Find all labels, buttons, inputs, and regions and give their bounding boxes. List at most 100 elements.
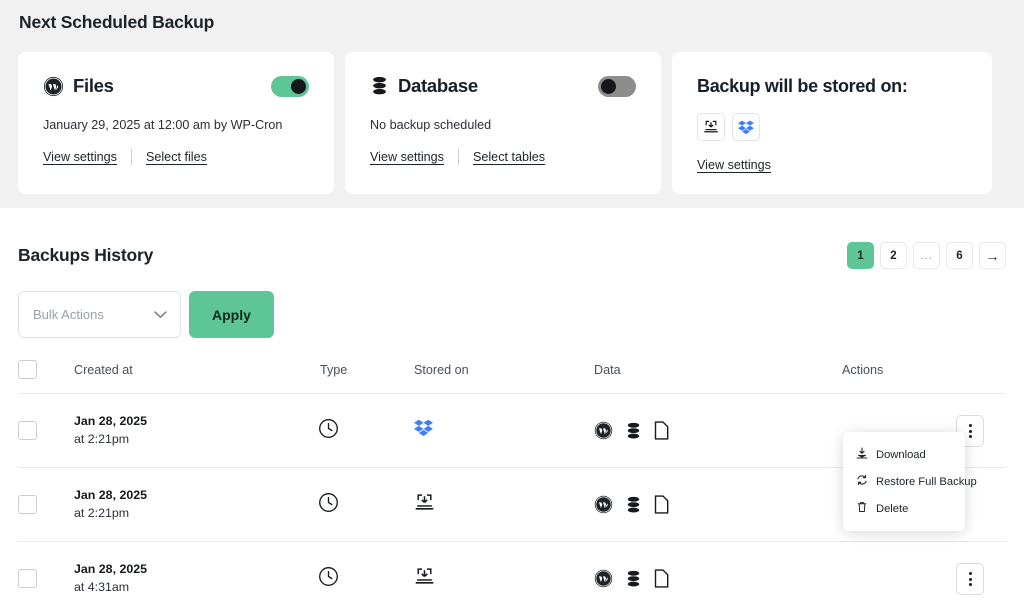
menu-item-label: Download — [876, 449, 926, 461]
storage-destination-icons — [697, 113, 967, 141]
database-icon — [625, 422, 642, 440]
wordpress-icon — [594, 495, 613, 514]
file-icon — [654, 495, 669, 514]
menu-item-label: Restore Full Backup — [876, 476, 977, 488]
row-date: Jan 28, 2025 — [74, 561, 318, 579]
database-schedule-text: No backup scheduled — [370, 118, 636, 132]
file-icon — [654, 421, 669, 440]
row-created-cell: Jan 28, 2025 at 2:21pm — [74, 468, 318, 542]
files-toggle[interactable] — [271, 76, 309, 97]
files-card-header: Files — [43, 71, 309, 101]
row-time: at 2:21pm — [74, 431, 318, 449]
wordpress-icon — [594, 421, 613, 440]
toggle-knob — [291, 79, 306, 94]
column-data: Data — [594, 360, 842, 394]
link-divider — [458, 149, 459, 165]
link-divider — [131, 149, 132, 165]
storage-view-settings-link[interactable]: View settings — [697, 158, 771, 172]
files-card: Files January 29, 2025 at 12:00 am by WP… — [18, 52, 334, 194]
row-data-icons — [594, 569, 842, 588]
select-tables-link[interactable]: Select tables — [473, 150, 545, 164]
row-date: Jan 28, 2025 — [74, 487, 318, 505]
select-files-link[interactable]: Select files — [146, 150, 207, 164]
storage-card-links: View settings — [697, 158, 967, 172]
row-data-icons — [594, 421, 842, 440]
column-stored-on: Stored on — [414, 360, 594, 394]
bulk-actions-controls: Bulk Actions Download Delete Apply — [18, 291, 1006, 338]
clock-icon — [318, 418, 339, 439]
database-icon — [625, 570, 642, 588]
pagination-page-6[interactable]: 6 — [946, 242, 973, 269]
select-all-header — [18, 360, 74, 394]
trash-icon — [856, 501, 868, 516]
row-select-cell — [18, 468, 74, 542]
clock-icon — [318, 566, 339, 587]
scheduled-cards: Files January 29, 2025 at 12:00 am by WP… — [18, 52, 1006, 194]
database-view-settings-link[interactable]: View settings — [370, 150, 444, 164]
row-created-cell: Jan 28, 2025 at 2:21pm — [74, 394, 318, 468]
pagination-page-1[interactable]: 1 — [847, 242, 874, 269]
toggle-knob — [601, 79, 616, 94]
database-icon — [625, 496, 642, 514]
files-card-title: Files — [73, 75, 114, 97]
row-created-cell: Jan 28, 2025 at 4:31am — [74, 542, 318, 600]
row-type-cell — [318, 468, 414, 542]
row-time: at 4:31am — [74, 579, 318, 597]
clock-icon — [318, 492, 339, 513]
row-actions-dropdown-menu: Download Restore Full Backup Delete — [843, 432, 965, 531]
row-stored-cell — [414, 542, 594, 600]
row-data-icons — [594, 495, 842, 514]
files-card-title-group: Files — [43, 75, 114, 97]
row-data-cell — [594, 542, 842, 600]
pagination-next-button[interactable]: → — [979, 242, 1006, 269]
row-data-cell — [594, 468, 842, 542]
wordpress-icon — [43, 76, 64, 97]
menu-item-label: Delete — [876, 503, 908, 515]
file-icon — [654, 569, 669, 588]
column-created-at: Created at — [74, 360, 318, 394]
download-icon — [856, 447, 868, 462]
row-stored-cell — [414, 468, 594, 542]
local-storage-icon[interactable] — [697, 113, 725, 141]
column-actions: Actions — [842, 360, 1006, 394]
row-checkbox[interactable] — [18, 495, 37, 514]
page-title: Next Scheduled Backup — [18, 0, 1006, 33]
select-all-checkbox[interactable] — [18, 360, 37, 379]
backups-history-title: Backups History — [18, 245, 153, 266]
menu-item-delete[interactable]: Delete — [843, 495, 965, 522]
backups-history-header: Backups History 1 2 ... 6 → — [18, 208, 1006, 269]
database-card-header: Database — [370, 71, 636, 101]
row-time: at 2:21pm — [74, 505, 318, 523]
kebab-icon — [969, 572, 972, 586]
pagination-page-2[interactable]: 2 — [880, 242, 907, 269]
apply-button[interactable]: Apply — [189, 291, 274, 338]
files-card-links: View settings Select files — [43, 149, 309, 165]
dropbox-icon — [414, 419, 433, 437]
row-checkbox[interactable] — [18, 421, 37, 440]
database-card-title-group: Database — [370, 75, 478, 97]
table-row: Jan 28, 2025 at 4:31am — [18, 542, 1006, 600]
pagination: 1 2 ... 6 → — [847, 242, 1006, 269]
row-actions-cell — [842, 542, 1006, 600]
bulk-actions-select-wrapper: Bulk Actions Download Delete — [18, 291, 181, 338]
row-select-cell — [18, 394, 74, 468]
storage-card-title: Backup will be stored on: — [697, 76, 908, 97]
menu-item-download[interactable]: Download — [843, 441, 965, 468]
row-select-cell — [18, 542, 74, 600]
database-card-links: View settings Select tables — [370, 149, 636, 165]
database-toggle[interactable] — [598, 76, 636, 97]
dropbox-icon[interactable] — [732, 113, 760, 141]
backups-table-head: Created at Type Stored on Data Actions — [18, 360, 1006, 394]
bulk-actions-select[interactable]: Bulk Actions Download Delete — [18, 291, 181, 338]
row-checkbox[interactable] — [18, 569, 37, 588]
row-stored-cell — [414, 394, 594, 468]
wordpress-icon — [594, 569, 613, 588]
menu-item-restore-full-backup[interactable]: Restore Full Backup — [843, 468, 965, 495]
files-view-settings-link[interactable]: View settings — [43, 150, 117, 164]
backups-history-section: Backups History 1 2 ... 6 → Bulk Actions… — [0, 208, 1024, 600]
row-actions-menu-button[interactable] — [956, 563, 984, 595]
table-header-row: Created at Type Stored on Data Actions — [18, 360, 1006, 394]
pagination-ellipsis: ... — [913, 242, 940, 269]
storage-card: Backup will be stored on: — [672, 52, 992, 194]
row-type-cell — [318, 394, 414, 468]
